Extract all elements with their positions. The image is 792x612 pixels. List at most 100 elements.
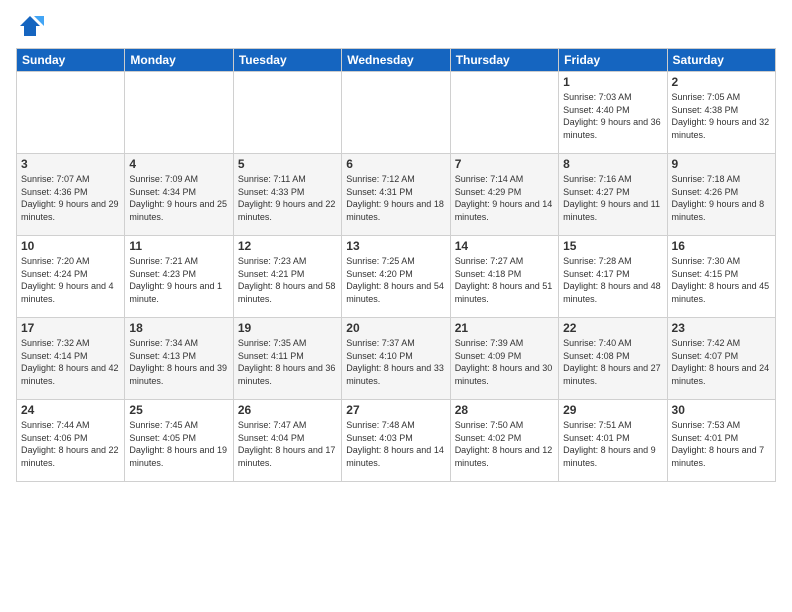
calendar-day-cell: 18Sunrise: 7:34 AM Sunset: 4:13 PM Dayli… [125,318,233,400]
day-info: Sunrise: 7:07 AM Sunset: 4:36 PM Dayligh… [21,173,120,223]
day-number: 19 [238,321,337,335]
day-info: Sunrise: 7:47 AM Sunset: 4:04 PM Dayligh… [238,419,337,469]
weekday-header: Monday [125,49,233,72]
day-number: 23 [672,321,771,335]
calendar-week-row: 1 Sunrise: 7:03 AM Sunset: 4:40 PM Daylig… [17,72,776,154]
calendar-day-cell: 27 Sunrise: 7:48 AM Sunset: 4:03 PM Dayli… [342,400,450,482]
calendar-day-cell: 16Sunrise: 7:30 AM Sunset: 4:15 PM Dayli… [667,236,775,318]
calendar-day-cell: 23 Sunrise: 7:42 AM Sunset: 4:07 PM Dayli… [667,318,775,400]
day-info: Sunrise: 7:37 AM Sunset: 4:10 PM Dayligh… [346,337,445,387]
day-info: Sunrise: 7:03 AM Sunset: 4:40 PM Dayligh… [563,91,662,141]
calendar-header-row: SundayMondayTuesdayWednesdayThursdayFrid… [17,49,776,72]
calendar-day-cell: 21 Sunrise: 7:39 AM Sunset: 4:09 PM Dayli… [450,318,558,400]
day-number: 15 [563,239,662,253]
day-number: 1 [563,75,662,89]
day-number: 17 [21,321,120,335]
day-number: 14 [455,239,554,253]
day-info: Sunrise: 7:21 AM Sunset: 4:23 PM Dayligh… [129,255,228,305]
day-info: Sunrise: 7:09 AM Sunset: 4:34 PM Dayligh… [129,173,228,223]
day-number: 30 [672,403,771,417]
calendar-day-cell: 3 Sunrise: 7:07 AM Sunset: 4:36 PM Daylig… [17,154,125,236]
calendar-day-cell: 17 Sunrise: 7:32 AM Sunset: 4:14 PM Dayli… [17,318,125,400]
day-info: Sunrise: 7:45 AM Sunset: 4:05 PM Dayligh… [129,419,228,469]
day-info: Sunrise: 7:35 AM Sunset: 4:11 PM Dayligh… [238,337,337,387]
day-info: Sunrise: 7:05 AM Sunset: 4:38 PM Dayligh… [672,91,771,141]
day-number: 29 [563,403,662,417]
calendar-day-cell: 20 Sunrise: 7:37 AM Sunset: 4:10 PM Dayli… [342,318,450,400]
calendar-day-cell: 14 Sunrise: 7:27 AM Sunset: 4:18 PM Dayli… [450,236,558,318]
calendar-day-cell: 28 Sunrise: 7:50 AM Sunset: 4:02 PM Dayli… [450,400,558,482]
day-number: 12 [238,239,337,253]
weekday-header: Sunday [17,49,125,72]
day-info: Sunrise: 7:12 AM Sunset: 4:31 PM Dayligh… [346,173,445,223]
day-number: 3 [21,157,120,171]
day-number: 21 [455,321,554,335]
calendar-day-cell: 11Sunrise: 7:21 AM Sunset: 4:23 PM Dayli… [125,236,233,318]
calendar-day-cell: 6 Sunrise: 7:12 AM Sunset: 4:31 PM Daylig… [342,154,450,236]
day-info: Sunrise: 7:32 AM Sunset: 4:14 PM Dayligh… [21,337,120,387]
calendar-day-cell: 1 Sunrise: 7:03 AM Sunset: 4:40 PM Daylig… [559,72,667,154]
day-number: 13 [346,239,445,253]
calendar-day-cell: 10Sunrise: 7:20 AM Sunset: 4:24 PM Dayli… [17,236,125,318]
calendar-day-cell [17,72,125,154]
day-info: Sunrise: 7:39 AM Sunset: 4:09 PM Dayligh… [455,337,554,387]
day-info: Sunrise: 7:14 AM Sunset: 4:29 PM Dayligh… [455,173,554,223]
day-info: Sunrise: 7:50 AM Sunset: 4:02 PM Dayligh… [455,419,554,469]
calendar-day-cell: 13 Sunrise: 7:25 AM Sunset: 4:20 PM Dayli… [342,236,450,318]
page-header [16,12,776,40]
day-number: 2 [672,75,771,89]
calendar-day-cell: 4 Sunrise: 7:09 AM Sunset: 4:34 PM Daylig… [125,154,233,236]
calendar-day-cell: 30 Sunrise: 7:53 AM Sunset: 4:01 PM Dayli… [667,400,775,482]
weekday-header: Wednesday [342,49,450,72]
calendar-week-row: 3 Sunrise: 7:07 AM Sunset: 4:36 PM Daylig… [17,154,776,236]
day-number: 4 [129,157,228,171]
calendar-day-cell: 15 Sunrise: 7:28 AM Sunset: 4:17 PM Dayli… [559,236,667,318]
day-number: 6 [346,157,445,171]
calendar-day-cell: 26 Sunrise: 7:47 AM Sunset: 4:04 PM Dayli… [233,400,341,482]
day-number: 9 [672,157,771,171]
day-number: 7 [455,157,554,171]
calendar-day-cell: 29 Sunrise: 7:51 AM Sunset: 4:01 PM Dayli… [559,400,667,482]
day-number: 18 [129,321,228,335]
day-info: Sunrise: 7:51 AM Sunset: 4:01 PM Dayligh… [563,419,662,469]
calendar-week-row: 10Sunrise: 7:20 AM Sunset: 4:24 PM Dayli… [17,236,776,318]
day-number: 28 [455,403,554,417]
day-number: 8 [563,157,662,171]
day-number: 5 [238,157,337,171]
day-info: Sunrise: 7:48 AM Sunset: 4:03 PM Dayligh… [346,419,445,469]
day-info: Sunrise: 7:25 AM Sunset: 4:20 PM Dayligh… [346,255,445,305]
day-info: Sunrise: 7:27 AM Sunset: 4:18 PM Dayligh… [455,255,554,305]
day-number: 27 [346,403,445,417]
day-info: Sunrise: 7:42 AM Sunset: 4:07 PM Dayligh… [672,337,771,387]
logo-icon [16,12,44,40]
calendar-week-row: 17 Sunrise: 7:32 AM Sunset: 4:14 PM Dayli… [17,318,776,400]
day-info: Sunrise: 7:18 AM Sunset: 4:26 PM Dayligh… [672,173,771,223]
day-info: Sunrise: 7:44 AM Sunset: 4:06 PM Dayligh… [21,419,120,469]
calendar-day-cell [450,72,558,154]
weekday-header: Thursday [450,49,558,72]
weekday-header: Saturday [667,49,775,72]
logo [16,12,48,40]
calendar-day-cell: 25 Sunrise: 7:45 AM Sunset: 4:05 PM Dayli… [125,400,233,482]
calendar-day-cell: 19 Sunrise: 7:35 AM Sunset: 4:11 PM Dayli… [233,318,341,400]
day-number: 20 [346,321,445,335]
calendar-day-cell: 12Sunrise: 7:23 AM Sunset: 4:21 PM Dayli… [233,236,341,318]
day-number: 22 [563,321,662,335]
calendar-day-cell: 8 Sunrise: 7:16 AM Sunset: 4:27 PM Daylig… [559,154,667,236]
day-info: Sunrise: 7:28 AM Sunset: 4:17 PM Dayligh… [563,255,662,305]
calendar-day-cell: 22Sunrise: 7:40 AM Sunset: 4:08 PM Dayli… [559,318,667,400]
weekday-header: Tuesday [233,49,341,72]
day-info: Sunrise: 7:11 AM Sunset: 4:33 PM Dayligh… [238,173,337,223]
calendar-day-cell: 2 Sunrise: 7:05 AM Sunset: 4:38 PM Daylig… [667,72,775,154]
calendar-day-cell [342,72,450,154]
day-info: Sunrise: 7:30 AM Sunset: 4:15 PM Dayligh… [672,255,771,305]
calendar-day-cell [233,72,341,154]
day-number: 25 [129,403,228,417]
calendar-week-row: 24Sunrise: 7:44 AM Sunset: 4:06 PM Dayli… [17,400,776,482]
calendar-day-cell [125,72,233,154]
day-info: Sunrise: 7:53 AM Sunset: 4:01 PM Dayligh… [672,419,771,469]
calendar-day-cell: 5 Sunrise: 7:11 AM Sunset: 4:33 PM Daylig… [233,154,341,236]
calendar-day-cell: 9 Sunrise: 7:18 AM Sunset: 4:26 PM Daylig… [667,154,775,236]
day-info: Sunrise: 7:16 AM Sunset: 4:27 PM Dayligh… [563,173,662,223]
day-number: 26 [238,403,337,417]
